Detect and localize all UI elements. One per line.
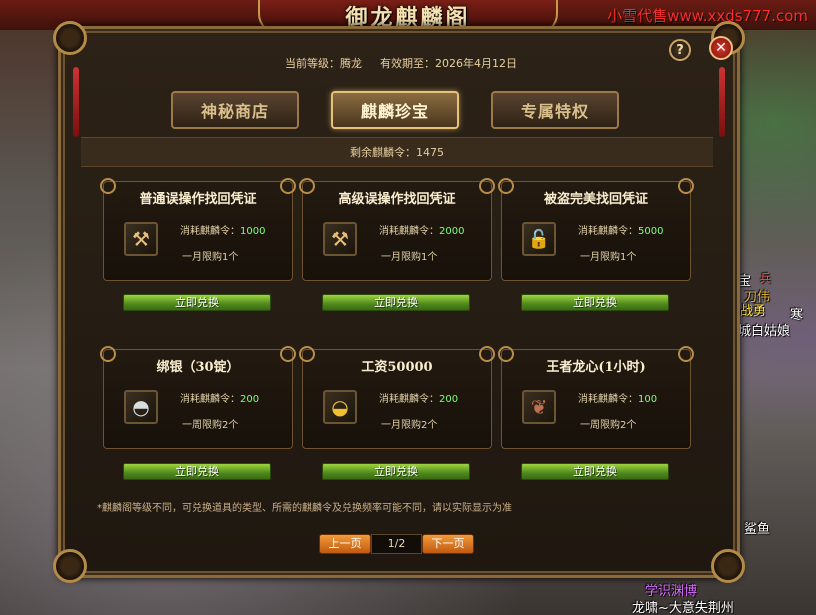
corner-ornament xyxy=(711,549,745,583)
item-cost-value: 200 xyxy=(439,394,459,405)
remaining-value: 1475 xyxy=(416,145,444,159)
redeem-button[interactable]: 立即兑换 xyxy=(123,294,271,311)
item-cost-label: 消耗麒麟令： xyxy=(578,394,638,405)
world-npc-text: 兵 xyxy=(760,272,771,285)
corner-ornament xyxy=(53,549,87,583)
shop-item-card: 高级误操作找回凭证 ⚒ 消耗麒麟令：2000 一月限购1个 xyxy=(299,178,495,281)
redeem-button[interactable]: 立即兑换 xyxy=(322,463,470,480)
shop-item-card: 绑银（30锭） ◓ 消耗麒麟令：200 一周限购2个 xyxy=(100,346,296,449)
close-icon: ✕ xyxy=(715,40,727,56)
item-cost-value: 200 xyxy=(240,394,260,405)
corner-ornament xyxy=(53,21,87,55)
level-value: 腾龙 xyxy=(340,57,362,70)
shop-item-card: 普通误操作找回凭证 ⚒ 消耗麒麟令：1000 一月限购1个 xyxy=(100,178,296,281)
redeem-button[interactable]: 立即兑换 xyxy=(521,294,669,311)
seller-watermark: 小雪代售www.xxds777.com xyxy=(607,7,808,25)
item-cost-label: 消耗麒麟令： xyxy=(379,394,439,405)
item-cost-label: 消耗麒麟令： xyxy=(578,226,638,237)
item-purchase-limit: 一月限购1个 xyxy=(182,252,239,263)
item-title: 高级误操作找回凭证 xyxy=(338,192,456,207)
remaining-label: 剩余麒麟令： xyxy=(350,146,416,159)
item-purchase-limit: 一月限购1个 xyxy=(580,252,637,263)
prev-page-button[interactable]: 上一页 xyxy=(319,534,371,554)
gold-ingot-icon[interactable]: ◒ xyxy=(323,390,357,424)
item-title: 工资50000 xyxy=(361,360,433,375)
world-npc-text: 寒 xyxy=(790,308,804,323)
redeem-button[interactable]: 立即兑换 xyxy=(123,463,271,480)
remaining-tokens-bar: 剩余麒麟令： 1475 xyxy=(81,137,713,167)
silver-ingot-icon[interactable]: ◓ xyxy=(124,390,158,424)
item-cost-label: 消耗麒麟令： xyxy=(180,226,240,237)
red-tassel-decoration xyxy=(719,67,725,137)
lock-icon[interactable]: 🔓 xyxy=(522,222,556,256)
item-title: 绑银（30锭） xyxy=(156,360,240,375)
world-player-name: 龙啸~大意失荆州 xyxy=(632,601,734,615)
item-purchase-limit: 一周限购2个 xyxy=(580,420,637,431)
help-button[interactable]: ? xyxy=(669,39,691,61)
qilin-pavilion-panel: 当前等级：腾龙 有效期至：2026年4月12日 ? ✕ 神秘商店 麒麟珍宝 专属… xyxy=(53,21,745,583)
tab-bar: 神秘商店 麒麟珍宝 专属特权 xyxy=(171,91,631,131)
hammer-icon[interactable]: ⚒ xyxy=(124,222,158,256)
item-cost: 消耗麒麟令：5000 xyxy=(578,222,663,237)
expiry-value: 2026年4月12日 xyxy=(435,57,517,70)
tab-mystery-shop[interactable]: 神秘商店 xyxy=(171,91,299,129)
shop-item-card: 王者龙心(1小时) ❦ 消耗麒麟令：100 一周限购2个 xyxy=(498,346,694,449)
next-page-button[interactable]: 下一页 xyxy=(422,534,474,554)
item-cost: 消耗麒麟令：100 xyxy=(578,390,657,405)
redeem-button[interactable]: 立即兑换 xyxy=(521,463,669,480)
world-npc-text: 城白姑娘 xyxy=(738,324,791,339)
item-purchase-limit: 一周限购2个 xyxy=(182,420,239,431)
level-info: 当前等级：腾龙 xyxy=(285,53,362,75)
shop-item-card: 被盗完美找回凭证 🔓 消耗麒麟令：5000 一月限购1个 xyxy=(498,178,694,281)
item-title: 王者龙心(1小时) xyxy=(546,360,646,375)
tab-exclusive-privileges[interactable]: 专属特权 xyxy=(491,91,619,129)
shop-item-card: 工资50000 ◒ 消耗麒麟令：200 一月限购2个 xyxy=(299,346,495,449)
tab-qilin-treasure[interactable]: 麒麟珍宝 xyxy=(331,91,459,129)
item-cost: 消耗麒麟令：200 xyxy=(379,390,458,405)
item-cost: 消耗麒麟令：200 xyxy=(180,390,259,405)
red-tassel-decoration xyxy=(73,67,79,137)
world-npc-text: 鲨鱼 xyxy=(744,522,771,537)
exchange-note: *麒麟阁等级不同，可兑换道具的类型、所需的麒麟令及兑换频率可能不同，请以实际显示… xyxy=(97,503,512,514)
item-cost-value: 2000 xyxy=(439,226,465,237)
item-purchase-limit: 一月限购2个 xyxy=(381,420,438,431)
level-label: 当前等级： xyxy=(285,57,340,70)
item-cost: 消耗麒麟令：2000 xyxy=(379,222,464,237)
hammer-icon[interactable]: ⚒ xyxy=(323,222,357,256)
redeem-button[interactable]: 立即兑换 xyxy=(322,294,470,311)
item-cost-label: 消耗麒麟令： xyxy=(180,394,240,405)
item-purchase-limit: 一月限购1个 xyxy=(381,252,438,263)
item-cost-value: 1000 xyxy=(240,226,266,237)
dragon-heart-icon[interactable]: ❦ xyxy=(522,390,556,424)
page-indicator: 1/2 xyxy=(371,534,422,554)
item-cost-value: 100 xyxy=(638,394,658,405)
question-icon: ? xyxy=(676,42,684,58)
item-cost-label: 消耗麒麟令： xyxy=(379,226,439,237)
close-button[interactable]: ✕ xyxy=(709,36,733,60)
item-cost: 消耗麒麟令：1000 xyxy=(180,222,265,237)
expiry-info: 有效期至：2026年4月12日 xyxy=(380,53,517,75)
expiry-label: 有效期至： xyxy=(380,57,435,70)
world-npc-text: 战勇 xyxy=(740,304,767,319)
item-title: 被盗完美找回凭证 xyxy=(543,192,648,207)
membership-info: 当前等级：腾龙 有效期至：2026年4月12日 xyxy=(161,53,641,75)
item-cost-value: 5000 xyxy=(638,226,664,237)
item-title: 普通误操作找回凭证 xyxy=(139,192,257,207)
